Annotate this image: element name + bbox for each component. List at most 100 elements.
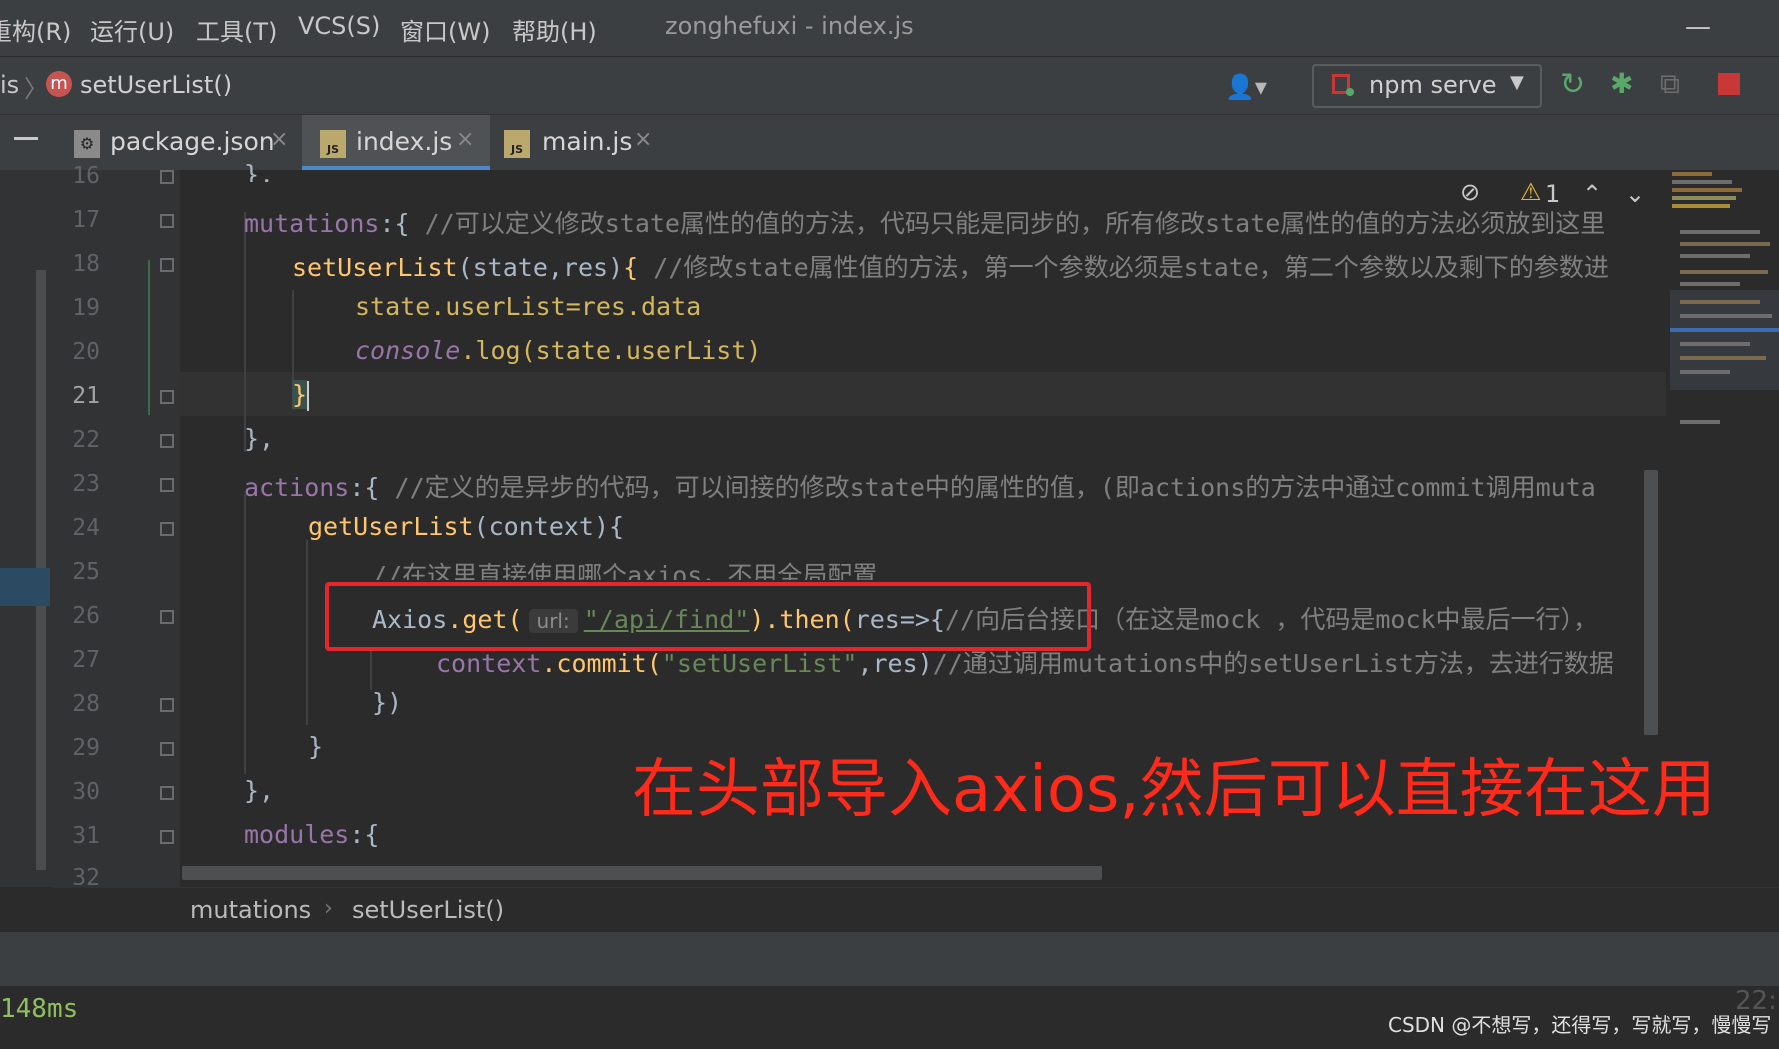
- code-line-20: console.log(state.userList): [355, 336, 761, 365]
- code-comment: //修改state属性值的方法，第一个参数必须是state，第二个参数以及剩下的…: [653, 253, 1609, 282]
- code-line-24: getUserList(context){: [308, 512, 624, 541]
- fold-marker-icon[interactable]: [160, 610, 174, 624]
- menu-bar: 重构(R) 运行(U) 工具(T) VCS(S) 窗口(W) 帮助(H) zon…: [0, 0, 1779, 57]
- minimap-line: [1680, 270, 1768, 274]
- code-token: :{: [349, 820, 380, 849]
- attach-debugger-icon[interactable]: ⧉: [1660, 67, 1680, 101]
- hide-inlay-hints-icon[interactable]: ⊘: [1460, 178, 1480, 206]
- fold-marker-icon[interactable]: [160, 698, 174, 712]
- js-file-icon: JS: [504, 130, 530, 158]
- window-title: zonghefuxi - index.js: [665, 12, 914, 40]
- fold-marker-icon[interactable]: [160, 390, 174, 404]
- collapse-icon[interactable]: [14, 137, 38, 140]
- text-caret: [307, 381, 310, 411]
- minimap-line: [1680, 254, 1750, 258]
- line-number: 26: [72, 603, 100, 629]
- code-token: mutations: [244, 209, 380, 238]
- code-line-17: mutations:{ //可以定义修改state属性的值的方法，代码只能是同步…: [244, 204, 1605, 240]
- editor-breadcrumbs: mutations › setUserList(): [52, 887, 1779, 932]
- minimap-line: [1672, 204, 1730, 208]
- annotation-caption: 在头部导入axios,然后可以直接在这用: [632, 753, 1716, 827]
- code-token: modules: [244, 820, 350, 849]
- fold-marker-icon[interactable]: [160, 258, 174, 272]
- line-number: 31: [72, 823, 100, 849]
- code-line-28: }): [372, 688, 402, 717]
- menu-tools[interactable]: 工具(T): [196, 12, 277, 47]
- left-strip-selection: [0, 568, 50, 606]
- minimap-line: [1680, 370, 1730, 374]
- line-number: 25: [72, 559, 100, 585]
- line-number: 27: [72, 647, 100, 673]
- menu-run[interactable]: 运行(U): [90, 12, 174, 47]
- code-line-30: },: [244, 776, 274, 805]
- menu-help[interactable]: 帮助(H): [512, 12, 597, 47]
- minimize-icon[interactable]: —: [1685, 12, 1711, 42]
- line-number: 18: [72, 251, 100, 277]
- code-line-25: //在这里直接使用哪个axios，不用全局配置: [372, 556, 877, 580]
- fold-marker-icon[interactable]: [160, 522, 174, 536]
- run-configuration-select[interactable]: npm serve ▼: [1312, 64, 1542, 108]
- menu-refactor[interactable]: 重构(R): [0, 12, 71, 47]
- breadcrumb-setuserlist[interactable]: setUserList(): [352, 896, 504, 924]
- breadcrumb-separator-icon: ›: [324, 896, 333, 921]
- line-number: 32: [72, 865, 100, 885]
- close-icon[interactable]: ×: [634, 127, 652, 152]
- line-number-current: 21: [72, 383, 100, 409]
- user-account-icon[interactable]: 👤▾: [1225, 73, 1267, 101]
- debug-bug-icon[interactable]: ✱: [1610, 67, 1633, 100]
- line-number: 22: [72, 427, 100, 453]
- tab-label: package.json: [110, 127, 275, 156]
- fold-marker-icon[interactable]: [160, 434, 174, 448]
- horizontal-scrollbar[interactable]: [182, 866, 1102, 880]
- line-number: 28: [72, 691, 100, 717]
- close-icon[interactable]: ×: [270, 127, 288, 152]
- code-line-31: modules:{: [244, 820, 379, 849]
- tab-index-js[interactable]: JS index.js ×: [302, 115, 490, 170]
- previous-highlight-icon[interactable]: ⌃: [1582, 180, 1602, 208]
- menu-window[interactable]: 窗口(W): [400, 12, 490, 47]
- fold-marker-icon[interactable]: [160, 830, 174, 844]
- fold-marker-icon[interactable]: [160, 214, 174, 228]
- minimap-line: [1672, 172, 1712, 176]
- tab-main-js[interactable]: JS main.js ×: [490, 115, 670, 170]
- rerun-icon[interactable]: ↻: [1560, 67, 1585, 102]
- close-icon[interactable]: ×: [456, 127, 474, 152]
- code-token: }): [372, 688, 403, 717]
- menu-vcs[interactable]: VCS(S): [298, 12, 380, 40]
- code-line-29: }: [308, 732, 323, 761]
- indent-guide: [244, 494, 246, 774]
- minimap-viewport[interactable]: [1670, 290, 1779, 390]
- breadcrumb-mutations[interactable]: mutations: [190, 896, 311, 924]
- code-token: console: [355, 336, 461, 365]
- line-number: 19: [72, 295, 100, 321]
- code-token: (state,res): [457, 253, 624, 282]
- next-highlight-icon[interactable]: ⌄: [1625, 180, 1645, 208]
- code-token: },: [244, 424, 275, 453]
- code-token: (context){: [473, 512, 625, 541]
- fold-marker-icon[interactable]: [160, 786, 174, 800]
- change-marker: [148, 260, 150, 415]
- current-line-highlight: [180, 372, 1666, 416]
- vertical-scrollbar[interactable]: [1644, 470, 1658, 735]
- run-configuration-label: npm serve: [1369, 71, 1497, 99]
- fold-marker-icon[interactable]: [160, 478, 174, 492]
- warning-count[interactable]: 1: [1545, 180, 1560, 208]
- minimap-line: [1670, 328, 1779, 332]
- code-line-22: },: [244, 424, 274, 453]
- warning-icon[interactable]: ⚠: [1520, 178, 1542, 206]
- code-string: "setUserList": [661, 649, 858, 678]
- stop-icon[interactable]: [1718, 73, 1740, 95]
- fold-marker-icon[interactable]: [160, 742, 174, 756]
- code-comment: //在这里直接使用哪个axios，不用全局配置: [372, 561, 878, 580]
- breadcrumb-folder[interactable]: is: [0, 71, 19, 99]
- minimap-line: [1672, 188, 1742, 192]
- chevron-down-icon: ▼: [1510, 72, 1524, 93]
- code-token: :{: [349, 473, 395, 502]
- js-file-icon: JS: [320, 130, 346, 158]
- minimap-line: [1680, 242, 1770, 246]
- fold-marker-icon[interactable]: [160, 170, 174, 184]
- tool-window-header: [0, 932, 1779, 986]
- line-number: 17: [72, 207, 100, 233]
- code-token: {: [623, 253, 654, 282]
- breadcrumb-method[interactable]: setUserList(): [80, 71, 232, 99]
